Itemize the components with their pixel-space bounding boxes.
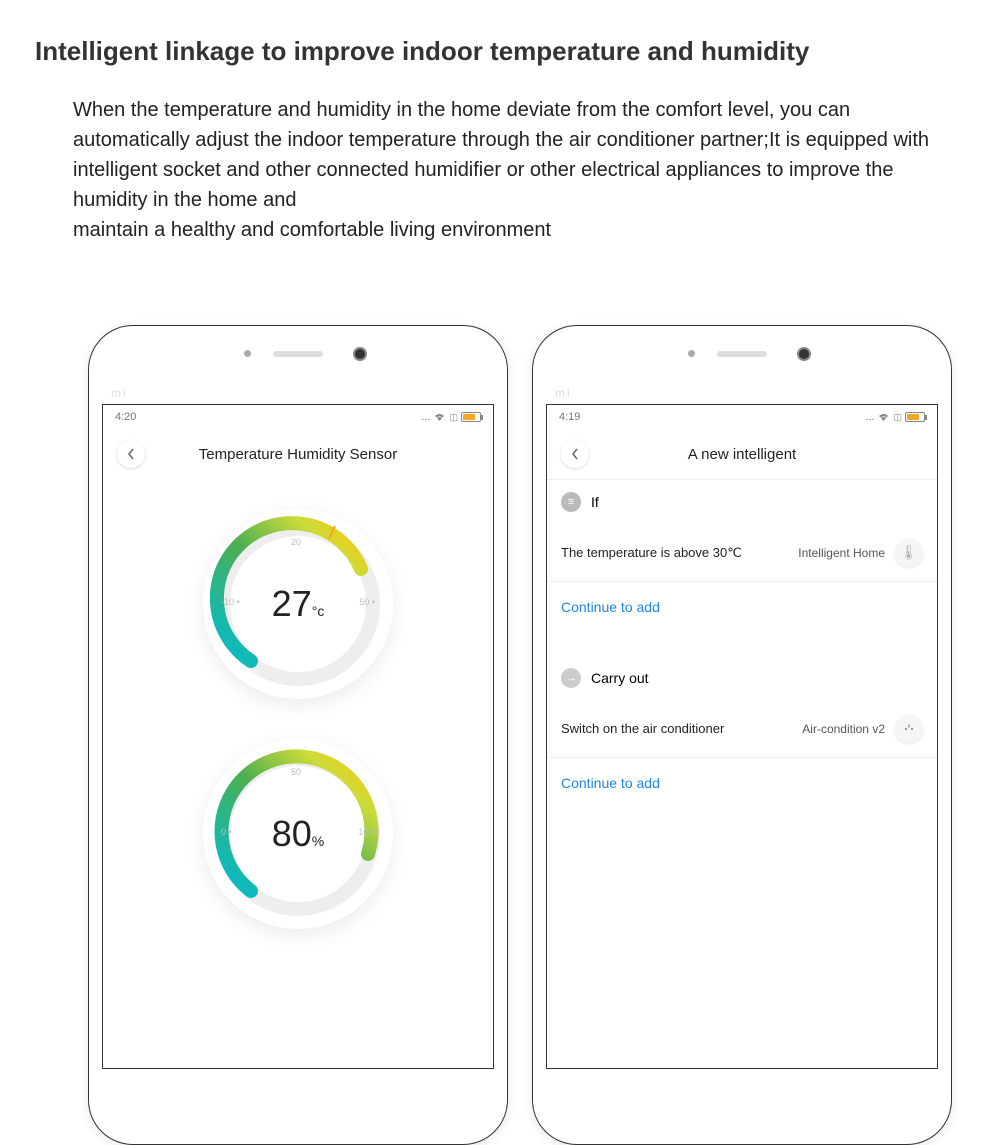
action-text: Switch on the air conditioner <box>561 721 802 736</box>
temp-mid-label: 20 <box>291 537 301 547</box>
status-dots: ... <box>421 411 430 423</box>
chevron-left-icon <box>571 448 579 460</box>
status-dots: ... <box>865 411 874 423</box>
arrow-right-icon: → <box>561 668 581 688</box>
status-bar: 4:20 ... ◫ <box>103 405 493 429</box>
condition-device: Intelligent Home <box>798 546 885 560</box>
speaker-icon <box>273 351 323 357</box>
wifi-icon <box>433 412 446 422</box>
page-title: Intelligent linkage to improve indoor te… <box>35 36 809 67</box>
phone-left: mi 4:20 ... ◫ Temperature Humidity Senso… <box>88 325 508 1145</box>
action-row[interactable]: Switch on the air conditioner Air-condit… <box>547 700 937 758</box>
screen-left: 4:20 ... ◫ Temperature Humidity Sensor <box>102 404 494 1069</box>
humidity-value: 80% <box>272 813 325 855</box>
signal-icon: ◫ <box>449 412 458 423</box>
chevron-left-icon <box>127 448 135 460</box>
back-button[interactable] <box>561 440 589 468</box>
humidity-gauge: 0 • 50 100 • 80% <box>203 739 393 929</box>
wifi-icon <box>877 412 890 422</box>
status-time: 4:20 <box>115 411 136 423</box>
condition-row[interactable]: The temperature is above 30℃ Intelligent… <box>547 524 937 582</box>
hum-max-label: 100 • <box>358 827 379 837</box>
screen-title: Temperature Humidity Sensor <box>103 446 493 463</box>
temperature-gauge: -10 • 20 50 • 27°c <box>203 509 393 699</box>
action-device: Air-condition v2 <box>802 722 885 736</box>
phone-bezel-top <box>533 326 951 381</box>
camera-icon <box>353 347 367 361</box>
phone-brand: mi <box>555 386 572 400</box>
hum-mid-label: 50 <box>291 767 301 777</box>
thermometer-icon: 🌡 <box>895 539 923 567</box>
app-bar: Temperature Humidity Sensor <box>103 429 493 479</box>
add-condition-link[interactable]: Continue to add <box>547 582 937 632</box>
signal-icon: ◫ <box>893 412 902 423</box>
back-button[interactable] <box>117 440 145 468</box>
add-action-link[interactable]: Continue to add <box>547 758 937 808</box>
phone-brand: mi <box>111 386 128 400</box>
phone-right: mi 4:19 ... ◫ A new intelligent ≡ If The… <box>532 325 952 1145</box>
plug-icon <box>895 715 923 743</box>
if-label: If <box>591 494 599 510</box>
status-bar: 4:19 ... ◫ <box>547 405 937 429</box>
temperature-value: 27°c <box>272 583 325 625</box>
screen-title: A new intelligent <box>547 446 937 463</box>
temp-max-label: 50 • <box>359 597 375 607</box>
proximity-sensor-icon <box>244 350 251 357</box>
proximity-sensor-icon <box>688 350 695 357</box>
carry-label: Carry out <box>591 670 649 686</box>
temp-min-label: -10 • <box>221 597 240 607</box>
app-bar: A new intelligent <box>547 429 937 479</box>
speaker-icon <box>717 351 767 357</box>
phone-bezel-top <box>89 326 507 381</box>
hum-min-label: 0 • <box>221 827 232 837</box>
list-icon: ≡ <box>561 492 581 512</box>
status-time: 4:19 <box>559 411 580 423</box>
camera-icon <box>797 347 811 361</box>
carry-section-header: → Carry out <box>547 656 937 700</box>
if-section-header: ≡ If <box>547 480 937 524</box>
page-description: When the temperature and humidity in the… <box>73 95 940 245</box>
condition-text: The temperature is above 30℃ <box>561 545 798 561</box>
screen-right: 4:19 ... ◫ A new intelligent ≡ If The te… <box>546 404 938 1069</box>
battery-icon <box>905 412 925 422</box>
battery-icon <box>461 412 481 422</box>
